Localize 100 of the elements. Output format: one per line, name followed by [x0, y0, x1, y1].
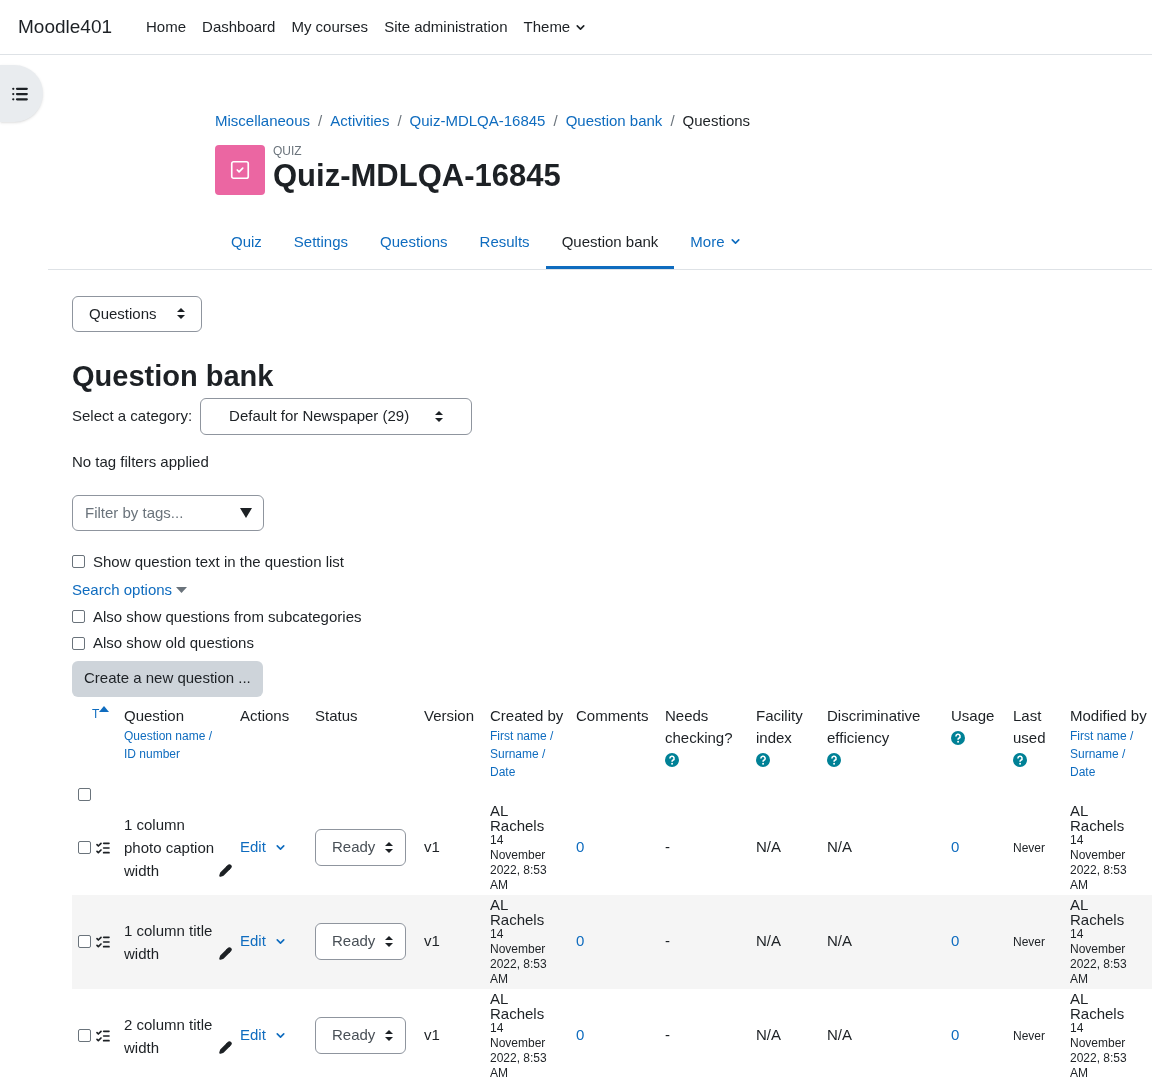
nav-tab[interactable]: Quiz: [215, 217, 278, 269]
select-arrows-icon: [176, 308, 185, 320]
pencil-icon[interactable]: [219, 864, 232, 877]
column-header: Comments: [576, 705, 649, 726]
question-name: 2 column title width: [124, 1014, 214, 1058]
checkbox-label: Show question text in the question list: [93, 551, 344, 572]
help-icon[interactable]: [1013, 752, 1027, 767]
drawer-toggle-button[interactable]: [0, 65, 43, 122]
column-header: Version: [424, 705, 475, 726]
usage-count-link[interactable]: 0: [951, 1026, 960, 1044]
quiz-icon: [215, 145, 265, 196]
column-header: Facility index: [756, 705, 804, 748]
nav-tab[interactable]: Question bank: [545, 217, 675, 269]
created-date: 14 November 2022, 8:53 AM: [490, 926, 548, 987]
page-select[interactable]: Questions: [72, 295, 202, 332]
nav-link[interactable]: Site administration: [376, 15, 516, 39]
column-header: Actions: [240, 705, 290, 726]
checkbox[interactable]: [72, 610, 85, 624]
site-brand[interactable]: Moodle401: [18, 12, 113, 42]
help-icon[interactable]: [756, 752, 770, 767]
checkbox[interactable]: [78, 1029, 91, 1042]
nav-tab[interactable]: Settings: [277, 217, 365, 269]
checkbox[interactable]: [72, 636, 85, 650]
edit-menu-link[interactable]: Edit: [240, 930, 307, 953]
help-icon[interactable]: [665, 752, 679, 767]
page-title: Quiz-MDLQA-16845: [273, 158, 561, 195]
pencil-icon[interactable]: [219, 946, 232, 960]
question-name: 1 column title width: [124, 920, 214, 964]
checkbox[interactable]: [78, 935, 91, 948]
caret-down-icon: [176, 586, 188, 594]
comments-count-link[interactable]: 0: [576, 932, 585, 950]
sort-link[interactable]: Question name /: [124, 726, 232, 745]
checkbox[interactable]: [78, 841, 91, 854]
question-name: 1 column photo caption width: [124, 815, 215, 881]
status-select[interactable]: Ready: [315, 1017, 406, 1054]
breadcrumb-link[interactable]: Question bank: [565, 109, 663, 133]
last-used-text: Never: [1013, 935, 1045, 950]
version-text: v1: [424, 932, 440, 950]
modified-date: 14 November 2022, 8:53 AM: [1070, 1020, 1128, 1081]
search-options-link[interactable]: Search options: [72, 579, 1152, 602]
last-used-text: Never: [1013, 1029, 1045, 1044]
status-select[interactable]: Ready: [315, 829, 406, 866]
discriminative-efficiency-text: N/A: [827, 838, 852, 856]
nav-tab[interactable]: Results: [463, 217, 546, 269]
breadcrumb-separator: /: [397, 110, 402, 131]
sort-link[interactable]: First name /: [490, 726, 568, 745]
modifier-name: AL Rachels: [1070, 896, 1126, 927]
column-header: Status: [315, 705, 358, 726]
nav-link[interactable]: Home: [138, 15, 195, 39]
breadcrumb-link[interactable]: Miscellaneous: [215, 109, 311, 133]
column-header: Usage: [951, 705, 995, 726]
sort-link[interactable]: First name /: [1070, 726, 1148, 745]
modified-date: 14 November 2022, 8:53 AM: [1070, 832, 1128, 893]
breadcrumb-separator: /: [553, 110, 558, 131]
usage-count-link[interactable]: 0: [951, 932, 960, 950]
checkbox[interactable]: [78, 787, 91, 801]
discriminative-efficiency-text: N/A: [827, 932, 852, 950]
nav-link[interactable]: Dashboard: [194, 15, 284, 39]
needs-checking-text: -: [665, 1026, 670, 1044]
sort-link[interactable]: Date: [1070, 762, 1148, 781]
nav-tab[interactable]: More: [674, 217, 758, 269]
checkbox[interactable]: [72, 555, 85, 569]
edit-menu-link[interactable]: Edit: [240, 836, 307, 859]
pencil-icon[interactable]: [219, 1040, 232, 1054]
facility-index-text: N/A: [756, 838, 781, 856]
type-sort-link[interactable]: T: [92, 704, 100, 723]
status-select[interactable]: Ready: [315, 923, 406, 960]
checkbox-label: Also show old questions: [93, 633, 254, 653]
category-select[interactable]: Default for Newspaper (29): [200, 398, 473, 435]
usage-count-link[interactable]: 0: [951, 838, 960, 856]
sort-ascending-icon: [99, 705, 110, 712]
nav-link[interactable]: Theme: [515, 15, 596, 39]
comments-count-link[interactable]: 0: [576, 1026, 585, 1044]
breadcrumb-separator: /: [670, 110, 675, 131]
nav-tab[interactable]: Questions: [364, 217, 464, 269]
help-icon[interactable]: [827, 752, 841, 767]
nav-link[interactable]: My courses: [283, 15, 377, 39]
created-date: 14 November 2022, 8:53 AM: [490, 1020, 548, 1081]
help-icon[interactable]: [951, 730, 965, 745]
dropdown-triangle-icon: [240, 507, 252, 518]
column-header: Question: [124, 705, 185, 726]
sort-link[interactable]: Surname /: [490, 744, 568, 763]
edit-menu-link[interactable]: Edit: [240, 1024, 307, 1047]
column-header: Discriminative efficiency: [827, 705, 922, 748]
select-arrows-icon: [435, 411, 444, 422]
sort-link[interactable]: Surname /: [1070, 744, 1148, 763]
checkbox-label: Also show questions from subcategories: [93, 606, 362, 627]
select-arrows-icon: [385, 936, 393, 947]
tag-filter-field[interactable]: Filter by tags...: [72, 494, 264, 531]
breadcrumb-link[interactable]: Quiz-MDLQA-16845: [409, 109, 546, 133]
creator-name: AL Rachels: [490, 990, 546, 1021]
comments-count-link[interactable]: 0: [576, 838, 585, 856]
create-question-button[interactable]: Create a new question ...: [72, 660, 263, 697]
breadcrumb-link[interactable]: Questions: [682, 109, 751, 133]
column-header: Modified by: [1070, 705, 1147, 726]
select-arrows-icon: [385, 1030, 393, 1041]
breadcrumb-link[interactable]: Activities: [330, 109, 390, 133]
sort-link[interactable]: Date: [490, 762, 568, 781]
sort-link[interactable]: ID number: [124, 744, 232, 763]
section-heading: Question bank: [72, 358, 275, 394]
